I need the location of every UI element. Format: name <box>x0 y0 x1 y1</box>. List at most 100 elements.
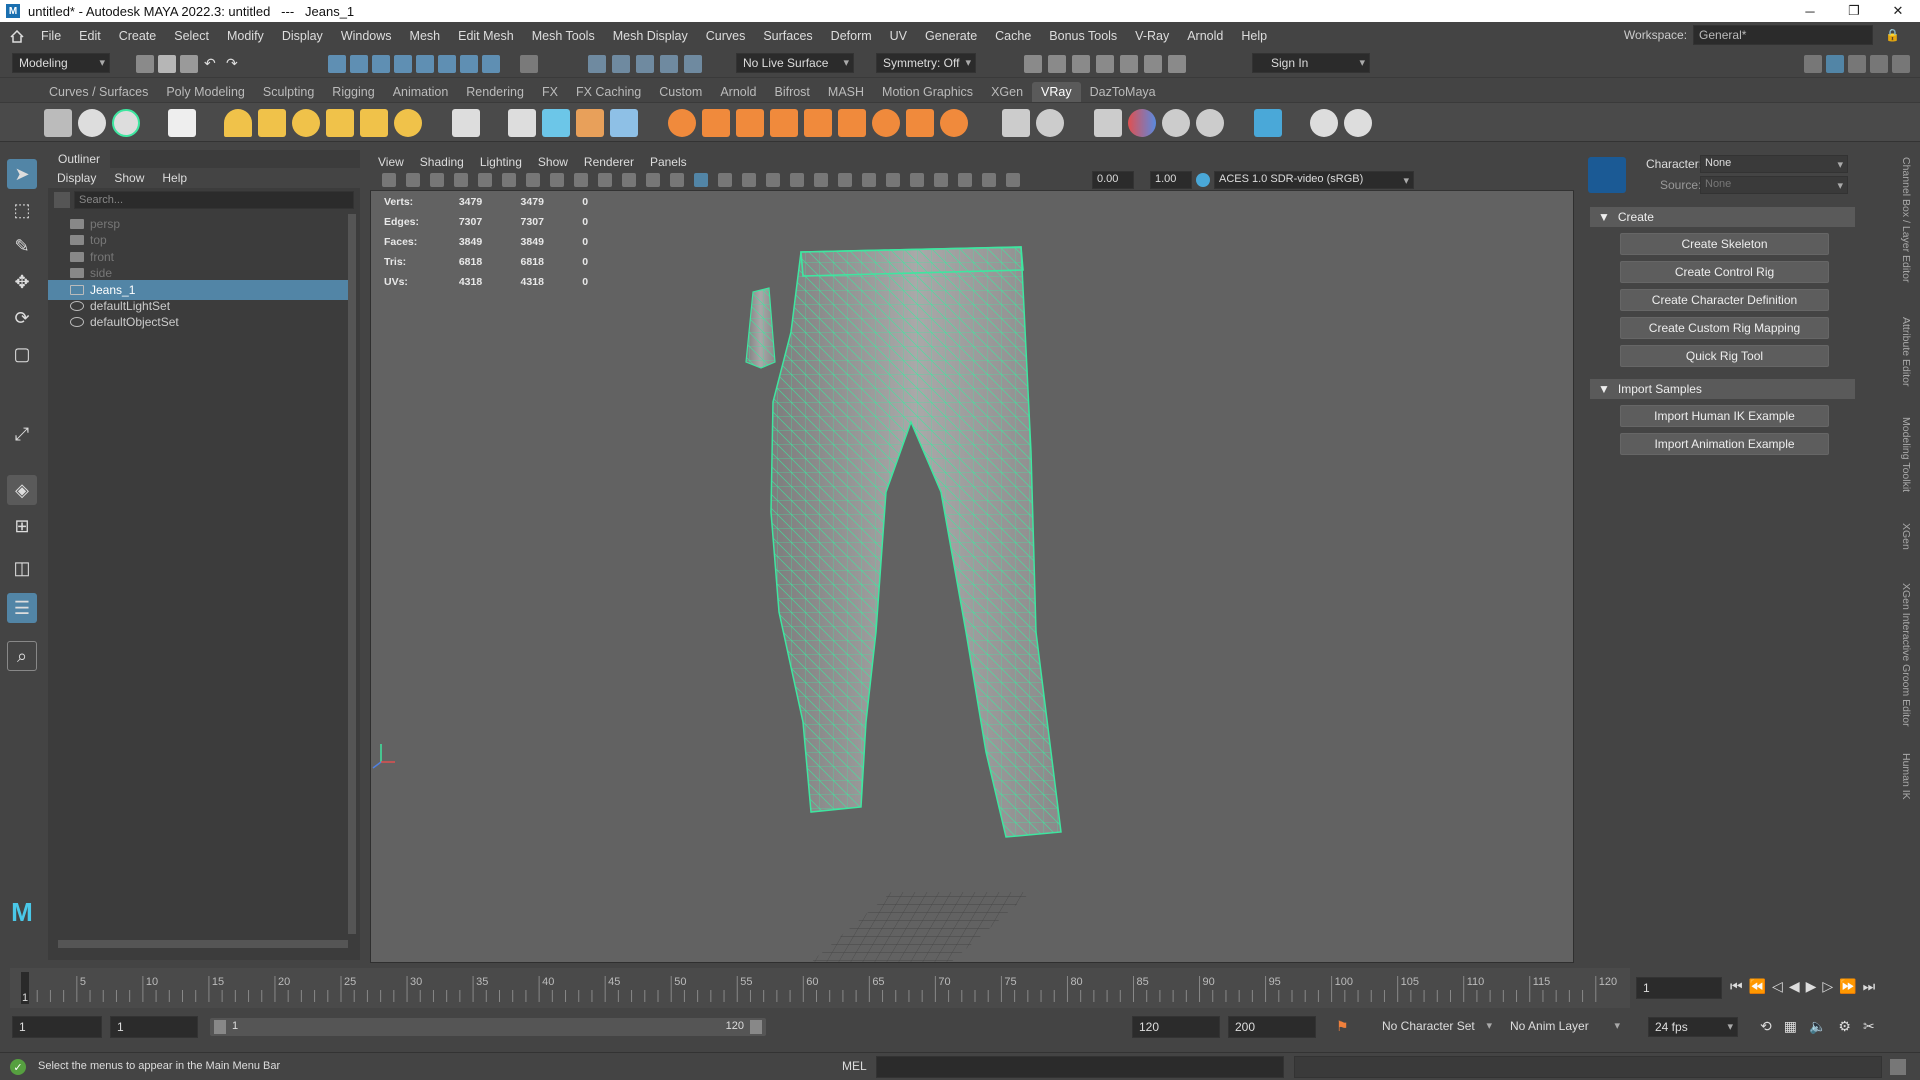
tool-settings-icon[interactable] <box>1848 55 1866 73</box>
render-frame-icon[interactable] <box>1048 55 1066 73</box>
shelf-tab-sculpting[interactable]: Sculpting <box>254 82 323 102</box>
close-button[interactable]: ✕ <box>1876 0 1920 22</box>
render-settings-icon[interactable] <box>684 55 702 73</box>
outliner-hscrollbar[interactable] <box>58 940 348 948</box>
viewport-menu-view[interactable]: View <box>370 155 412 169</box>
modeling-toolkit-icon[interactable] <box>1804 55 1822 73</box>
shelf-tab-poly-modeling[interactable]: Poly Modeling <box>157 82 254 102</box>
viewport-menu-renderer[interactable]: Renderer <box>576 155 642 169</box>
auto-key-icon[interactable]: ⚑ <box>1336 1018 1354 1036</box>
lister-icon[interactable] <box>1254 109 1282 137</box>
render-sequence-icon[interactable] <box>1096 55 1114 73</box>
fps-dropdown[interactable]: 24 fps <box>1648 1017 1738 1037</box>
vray-logo-icon[interactable] <box>1344 109 1372 137</box>
anim-layer-dropdown[interactable]: No Anim Layer <box>1504 1017 1624 1037</box>
menu-create[interactable]: Create <box>110 29 166 43</box>
xray-joints-icon[interactable] <box>982 173 996 187</box>
viewport-menu-show[interactable]: Show <box>530 155 576 169</box>
shelf-tab-rigging[interactable]: Rigging <box>323 82 383 102</box>
shelf-tab-fx[interactable]: FX <box>533 82 567 102</box>
range-slider[interactable]: 1 120 <box>210 1018 766 1036</box>
sign-in-dropdown[interactable]: Sign In <box>1252 53 1370 73</box>
play-forward-icon[interactable]: ▶ <box>1806 978 1817 995</box>
go-to-end-icon[interactable]: ⏭ <box>1863 978 1876 995</box>
xray-icon[interactable] <box>958 173 972 187</box>
script-editor-icon[interactable] <box>1890 1059 1906 1075</box>
loop-icon[interactable]: ⟲ <box>1760 1018 1772 1035</box>
side-tab-attribute-editor[interactable]: Attribute Editor <box>1900 317 1912 386</box>
film-gate-icon[interactable] <box>550 173 564 187</box>
outliner-menu-show[interactable]: Show <box>105 168 153 188</box>
minimize-button[interactable]: ─ <box>1788 0 1832 22</box>
vray-render-icon[interactable] <box>78 109 106 137</box>
proxy-export-icon[interactable] <box>508 109 536 137</box>
proxy-import-icon[interactable] <box>542 109 570 137</box>
safe-title-icon[interactable] <box>670 173 684 187</box>
select-by-component-icon[interactable] <box>372 55 390 73</box>
fluid-icon[interactable] <box>804 109 832 137</box>
outliner-search-input[interactable]: Search... <box>74 191 354 209</box>
vray-vision-icon[interactable] <box>1094 109 1122 137</box>
import-animation-example-button[interactable]: Import Animation Example <box>1620 433 1829 455</box>
rect-light-icon[interactable] <box>258 109 286 137</box>
menu-generate[interactable]: Generate <box>916 29 986 43</box>
step-back-key-icon[interactable]: ⏪ <box>1749 978 1766 995</box>
safe-action-icon[interactable] <box>646 173 660 187</box>
redo-icon[interactable]: ↷ <box>226 55 244 73</box>
import-samples-section-header[interactable]: ▼ Import Samples <box>1590 379 1855 399</box>
2d-pan-icon[interactable] <box>478 173 492 187</box>
current-frame-field[interactable]: 1 <box>1636 977 1722 999</box>
vray-asset-editor-icon[interactable] <box>44 109 72 137</box>
sphere-light-icon[interactable] <box>292 109 320 137</box>
volume-grid-icon[interactable] <box>906 109 934 137</box>
side-tab-modeling-toolkit[interactable]: Modeling Toolkit <box>1900 417 1912 492</box>
character-set-dropdown[interactable]: No Character Set <box>1376 1017 1496 1037</box>
filter-icon[interactable] <box>54 192 70 208</box>
time-slider[interactable]: 5 10 15 20 25 30 35 40 45 50 55 60 65 70 75 80 85 90 95 100… <box>10 968 1630 1008</box>
snap-grid-icon[interactable] <box>394 55 412 73</box>
backface-culling-icon[interactable] <box>1006 173 1020 187</box>
snap-point-icon[interactable] <box>438 55 456 73</box>
four-view-icon[interactable]: ⊞ <box>7 511 37 541</box>
menu-deform[interactable]: Deform <box>822 29 881 43</box>
jeans-mesh[interactable] <box>745 246 1062 838</box>
shelf-tab-rendering[interactable]: Rendering <box>457 82 533 102</box>
play-backward-icon[interactable]: ◀ <box>1789 978 1800 995</box>
pause-render-icon[interactable] <box>1168 55 1186 73</box>
workspace-dropdown[interactable]: General* <box>1693 25 1874 45</box>
new-scene-icon[interactable] <box>136 55 154 73</box>
step-forward-key-icon[interactable]: ⏩ <box>1839 978 1856 995</box>
menu-select[interactable]: Select <box>165 29 218 43</box>
construction-history-icon[interactable] <box>612 55 630 73</box>
light-mix-icon[interactable] <box>1128 109 1156 137</box>
isolate-select-icon[interactable] <box>934 173 948 187</box>
create-skeleton-button[interactable]: Create Skeleton <box>1620 233 1829 255</box>
viewport-menu-shading[interactable]: Shading <box>412 155 472 169</box>
wireframe-on-shaded-icon[interactable] <box>742 173 756 187</box>
shelf-tab-motion-graphics[interactable]: Motion Graphics <box>873 82 982 102</box>
scene-import-icon[interactable] <box>576 109 604 137</box>
go-to-start-icon[interactable]: ⏮ <box>1730 978 1743 995</box>
create-custom-rig-mapping-button[interactable]: Create Custom Rig Mapping <box>1620 317 1829 339</box>
grid-icon[interactable] <box>526 173 540 187</box>
human-ik-logo-icon[interactable] <box>1588 157 1626 193</box>
outliner-menu-display[interactable]: Display <box>48 168 105 188</box>
menu-curves[interactable]: Curves <box>697 29 755 43</box>
menu-mesh-display[interactable]: Mesh Display <box>604 29 697 43</box>
source-dropdown[interactable]: None <box>1700 176 1848 194</box>
search-icon[interactable]: ⌕ <box>7 641 37 671</box>
color-space-dropdown[interactable]: ACES 1.0 SDR-video (sRGB) <box>1214 171 1414 189</box>
menu-edit[interactable]: Edit <box>70 29 110 43</box>
undo-icon[interactable]: ↶ <box>204 55 222 73</box>
save-scene-icon[interactable] <box>180 55 198 73</box>
shelf-tab-arnold[interactable]: Arnold <box>711 82 765 102</box>
scale-tool-icon[interactable]: ▢ <box>7 339 37 369</box>
shelf-tab-bifrost[interactable]: Bifrost <box>765 82 818 102</box>
scene-start-field[interactable]: 1 <box>12 1016 102 1038</box>
menu-cache[interactable]: Cache <box>986 29 1040 43</box>
shelf-tab-vray[interactable]: VRay <box>1032 82 1081 102</box>
menu-mesh-tools[interactable]: Mesh Tools <box>523 29 604 43</box>
sound-icon[interactable]: 🔈 <box>1809 1018 1826 1035</box>
side-tab-xgen-interactive-groom-editor[interactable]: XGen Interactive Groom Editor <box>1900 583 1912 727</box>
mel-label[interactable]: MEL <box>842 1059 867 1073</box>
